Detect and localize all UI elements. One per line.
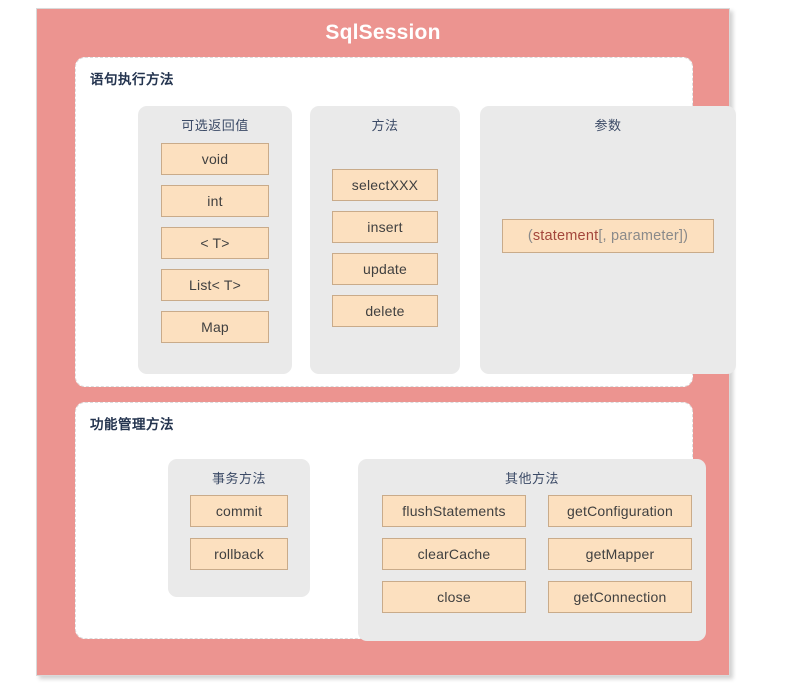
group-title-methods: 方法 (371, 118, 399, 133)
group-parameters: 参数 (statement [, parameter]) (480, 106, 736, 374)
chip-map[interactable]: Map (161, 311, 269, 343)
chip-clearcache[interactable]: clearCache (382, 538, 526, 570)
sqlsession-frame: SqlSession 语句执行方法 可选返回值 void int < T> Li… (36, 8, 736, 676)
section-function-management: 功能管理方法 事务方法 commit rollback 其他方法 flushSt… (75, 402, 706, 641)
group-return-values: 可选返回值 void int < T> List< T> Map (138, 106, 292, 374)
chip-rollback[interactable]: rollback (190, 538, 288, 570)
chip-insert[interactable]: insert (332, 211, 438, 243)
section-statement-execution: 语句执行方法 可选返回值 void int < T> List< T> Map … (75, 57, 736, 387)
group-title-transaction-methods: 事务方法 (211, 471, 266, 486)
diagram-canvas: SqlSession 语句执行方法 可选返回值 void int < T> Li… (0, 0, 800, 695)
param-suffix: [, parameter]) (598, 228, 689, 244)
chip-selectxxx[interactable]: selectXXX (332, 169, 438, 201)
chip-commit[interactable]: commit (190, 495, 288, 527)
section-heading-statement-execution: 语句执行方法 (90, 72, 174, 87)
group-other-methods: 其他方法 flushStatements clearCache close ge… (358, 459, 706, 641)
chip-close[interactable]: close (382, 581, 526, 613)
chip-getconfiguration[interactable]: getConfiguration (548, 495, 692, 527)
chip-getconnection[interactable]: getConnection (548, 581, 692, 613)
section-heading-function-management: 功能管理方法 (90, 417, 174, 432)
group-methods: 方法 selectXXX insert update delete (310, 106, 460, 374)
chip-list-t[interactable]: List< T> (161, 269, 269, 301)
chip-getmapper[interactable]: getMapper (548, 538, 692, 570)
chip-generic-t[interactable]: < T> (161, 227, 269, 259)
chip-update[interactable]: update (332, 253, 438, 285)
chip-flushstatements[interactable]: flushStatements (382, 495, 526, 527)
chip-delete[interactable]: delete (332, 295, 438, 327)
group-title-return-values: 可选返回值 (181, 118, 249, 133)
diagram-title: SqlSession (325, 21, 441, 44)
group-transaction-methods: 事务方法 commit rollback (168, 459, 310, 597)
group-title-other-methods: 其他方法 (504, 471, 559, 486)
chip-statement-parameter[interactable]: (statement [, parameter]) (502, 219, 714, 253)
chip-int[interactable]: int (161, 185, 269, 217)
chip-void[interactable]: void (161, 143, 269, 175)
group-title-parameters: 参数 (594, 118, 622, 133)
param-highlight: statement (532, 228, 599, 244)
